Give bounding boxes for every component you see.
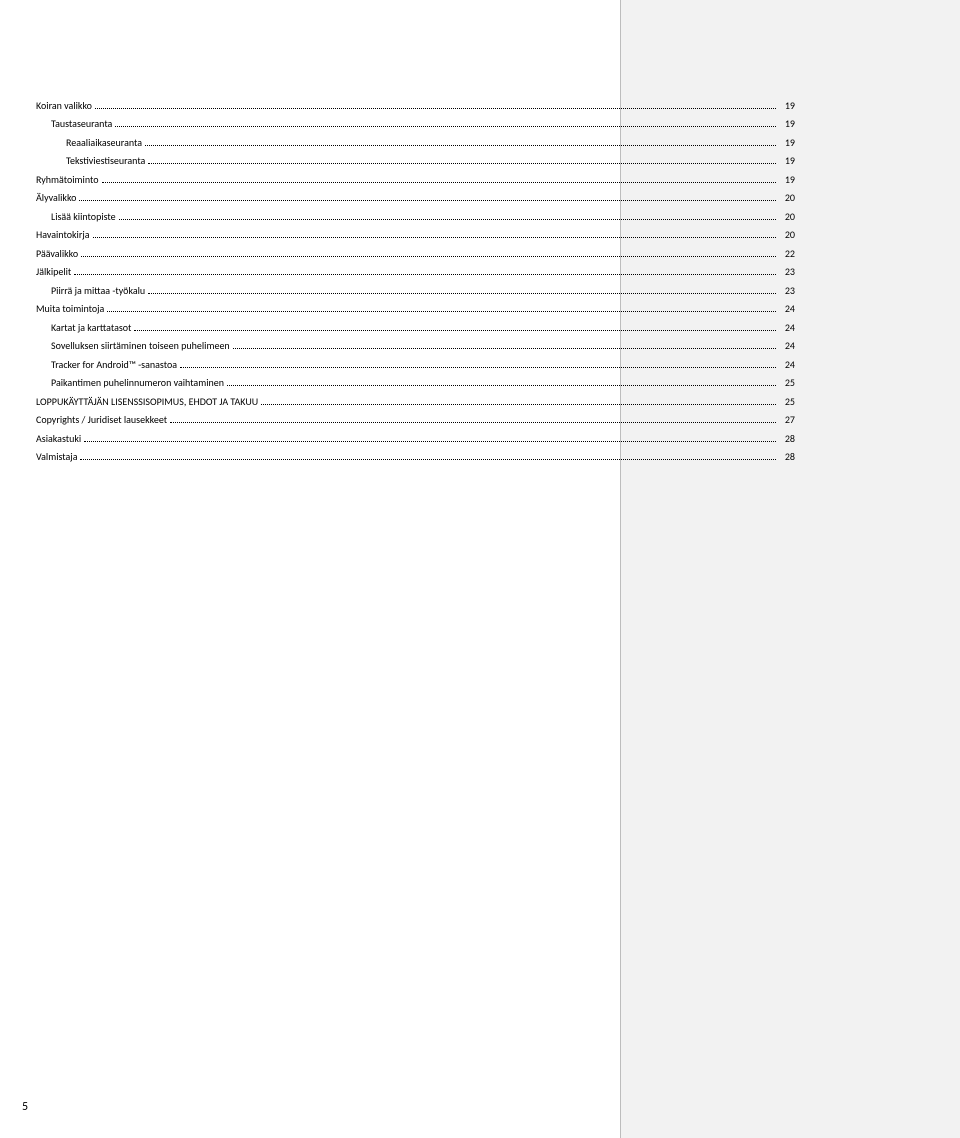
toc-leader [227,385,776,386]
toc-leader [134,330,776,331]
toc-entry-label: Paikantimen puhelinnumeron vaihtaminen [51,377,224,388]
toc-entry[interactable]: Piirrä ja mittaa -työkalu 23 [51,277,795,296]
toc-entry-page: 25 [779,377,795,388]
toc-entry-page: 20 [779,211,795,222]
toc-entry-label: Älyvalikko [36,192,76,203]
toc-entry-label: Koiran valikko [36,100,92,111]
toc-entry-label: Jälkipelit [36,266,71,277]
toc-entry[interactable]: Tracker for Android™ -sanastoa 24 [51,351,795,370]
toc-entry-label: Piirrä ja mittaa -työkalu [51,285,145,296]
toc-entry-page: 24 [779,340,795,351]
toc-entry-label: Havaintokirja [36,229,90,240]
toc-entry-label: Ryhmätoiminto [36,174,99,185]
toc-entry[interactable]: Asiakastuki 28 [36,425,795,444]
toc-entry-label: Tracker for Android™ -sanastoa [51,359,177,370]
toc-leader [79,200,776,201]
toc-entry-page: 25 [779,396,795,407]
toc-leader [148,293,776,294]
toc-leader [233,348,776,349]
toc-leader [93,237,776,238]
toc-leader [170,422,776,423]
toc-entry[interactable]: Koiran valikko 19 [36,92,795,111]
toc-entry-label: Taustaseuranta [51,118,112,129]
toc-entry-page: 23 [779,266,795,277]
toc-entry-label: Lisää kiintopiste [51,211,116,222]
toc-entry[interactable]: Copyrights / Juridiset lausekkeet 27 [36,407,795,426]
toc-leader [80,459,776,460]
toc-leader [102,182,776,183]
toc-entry[interactable]: Valmistaja 28 [36,444,795,463]
page-number: 5 [22,1100,28,1114]
toc-entry-page: 19 [779,155,795,166]
toc-entry-page: 28 [779,451,795,462]
toc-entry-page: 24 [779,322,795,333]
toc-entry-page: 24 [779,303,795,314]
toc-entry-page: 19 [779,100,795,111]
toc-entry-label: Copyrights / Juridiset lausekkeet [36,414,167,425]
toc-entry[interactable]: Älyvalikko 20 [36,185,795,204]
toc-leader [115,126,776,127]
toc-entry[interactable]: Ryhmätoiminto 19 [36,166,795,185]
toc-leader [81,256,776,257]
toc-entry[interactable]: Havaintokirja 20 [36,222,795,241]
toc-entry-label: LOPPUKÄYTTÄJÄN LISENSSISOPIMUS, EHDOT JA… [36,396,258,407]
toc-leader [180,367,776,368]
toc-leader [107,311,776,312]
toc-entry-label: Päävalikko [36,248,78,259]
toc-entry-page: 19 [779,118,795,129]
toc-entry[interactable]: Sovelluksen siirtäminen toiseen puhelime… [51,333,795,352]
toc-entry[interactable]: Paikantimen puhelinnumeron vaihtaminen 25 [51,370,795,389]
toc-entry[interactable]: Lisää kiintopiste 20 [51,203,795,222]
toc-leader [95,108,776,109]
toc-leader [119,219,776,220]
toc-entry[interactable]: Reaaliaikaseuranta 19 [66,129,795,148]
toc-entry-label: Valmistaja [36,451,77,462]
toc-entry-page: 28 [779,433,795,444]
toc-entry-page: 20 [779,229,795,240]
toc-entry[interactable]: Jälkipelit 23 [36,259,795,278]
table-of-contents: Koiran valikko19Taustaseuranta19Reaaliai… [36,92,795,462]
toc-entry-label: Asiakastuki [36,433,81,444]
toc-entry[interactable]: Taustaseuranta 19 [51,111,795,130]
toc-entry[interactable]: Päävalikko 22 [36,240,795,259]
toc-entry[interactable]: Muita toimintoja 24 [36,296,795,315]
toc-entry-label: Sovelluksen siirtäminen toiseen puhelime… [51,340,230,351]
toc-leader [84,441,776,442]
toc-entry-label: Muita toimintoja [36,303,104,314]
toc-entry[interactable]: LOPPUKÄYTTÄJÄN LISENSSISOPIMUS, EHDOT JA… [36,388,795,407]
toc-entry[interactable]: Tekstiviestiseuranta 19 [66,148,795,167]
toc-leader [145,145,776,146]
page: Koiran valikko19Taustaseuranta19Reaaliai… [0,0,960,1138]
toc-entry-page: 19 [779,174,795,185]
toc-entry-page: 22 [779,248,795,259]
toc-entry-page: 27 [779,414,795,425]
toc-entry-label: Kartat ja karttatasot [51,322,131,333]
toc-entry-page: 23 [779,285,795,296]
toc-entry-page: 24 [779,359,795,370]
toc-entry-page: 19 [779,137,795,148]
toc-entry-label: Reaaliaikaseuranta [66,137,142,148]
toc-leader [148,163,776,164]
toc-entry-label: Tekstiviestiseuranta [66,155,145,166]
toc-leader [74,274,776,275]
toc-leader [261,404,776,405]
toc-entry-page: 20 [779,192,795,203]
toc-entry[interactable]: Kartat ja karttatasot 24 [51,314,795,333]
